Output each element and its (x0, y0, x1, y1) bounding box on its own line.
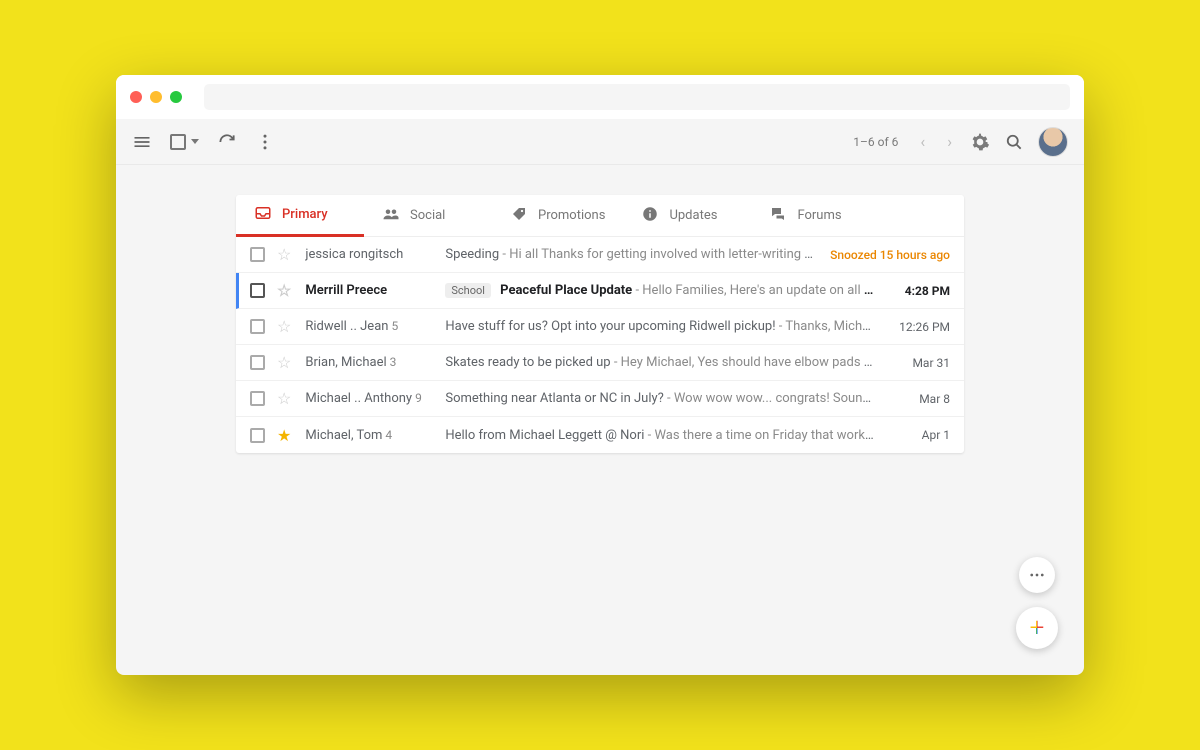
content-area: Primary Social Promotions Updates Forums ☆ j… (116, 165, 1084, 453)
star-icon[interactable]: ☆ (277, 281, 291, 300)
tab-forums[interactable]: Forums (751, 195, 879, 236)
date: Apr 1 (890, 428, 950, 442)
menu-icon[interactable] (132, 132, 152, 152)
toolbar: 1–6 of 6 ‹ › (116, 119, 1084, 165)
preview: - Hello Families, Here's an update on al… (635, 283, 890, 298)
minimize-window-button[interactable] (150, 91, 162, 103)
sender: Michael, Tom4 (305, 428, 445, 443)
preview: - Wow wow wow... congrats! Sounds like y… (667, 391, 890, 406)
email-row[interactable]: ★ Michael, Tom4 Hello from Michael Legge… (236, 417, 964, 453)
gear-icon[interactable] (970, 132, 990, 152)
tab-primary[interactable]: Primary (236, 195, 364, 237)
sender: Brian, Michael3 (305, 355, 445, 370)
email-row[interactable]: ☆ Merrill Preece School Peaceful Place U… (236, 273, 964, 309)
preview: - Hi all Thanks for getting involved wit… (502, 247, 830, 262)
sender: Michael .. Anthony9 (305, 391, 445, 406)
star-icon[interactable]: ☆ (277, 389, 291, 408)
email-row[interactable]: ☆ jessica rongitsch Speeding - Hi all Th… (236, 237, 964, 273)
date: 4:28 PM (890, 284, 950, 298)
tab-label: Forums (797, 208, 841, 223)
people-icon (382, 205, 400, 227)
label-chip: School (445, 283, 491, 298)
date: 12:26 PM (890, 320, 950, 334)
tab-label: Social (410, 208, 445, 223)
select-all-checkbox[interactable] (170, 134, 199, 150)
email-row[interactable]: ☆ Ridwell .. Jean5 Have stuff for us? Op… (236, 309, 964, 345)
more-fab-button[interactable] (1019, 557, 1055, 593)
row-checkbox[interactable] (250, 355, 265, 370)
tab-label: Updates (669, 208, 717, 223)
date: Snoozed 15 hours ago (830, 248, 950, 262)
subject: Something near Atlanta or NC in July? (445, 391, 663, 406)
subject-cell: Skates ready to be picked up - Hey Micha… (445, 355, 890, 370)
preview: - Thanks, Michael, I had forgot… (779, 319, 890, 334)
category-tabs: Primary Social Promotions Updates Forums (236, 195, 964, 237)
date: Mar 31 (890, 356, 950, 370)
tab-updates[interactable]: Updates (623, 195, 751, 236)
avatar[interactable] (1038, 127, 1068, 157)
star-icon[interactable]: ☆ (277, 317, 291, 336)
subject-cell: Have stuff for us? Opt into your upcomin… (445, 319, 890, 334)
pager-text: 1–6 of 6 (853, 135, 898, 149)
subject: Hello from Michael Leggett @ Nori (445, 428, 644, 443)
subject-cell: School Peaceful Place Update - Hello Fam… (445, 283, 890, 298)
maximize-window-button[interactable] (170, 91, 182, 103)
sender: Merrill Preece (305, 283, 445, 298)
row-checkbox[interactable] (250, 319, 265, 334)
fab-group: + (1016, 557, 1058, 649)
tab-social[interactable]: Social (364, 195, 492, 236)
search-icon[interactable] (1004, 132, 1024, 152)
subject: Have stuff for us? Opt into your upcomin… (445, 319, 775, 334)
more-icon[interactable] (255, 132, 275, 152)
sender: Ridwell .. Jean5 (305, 319, 445, 334)
subject: Peaceful Place Update (500, 283, 632, 298)
next-page-button[interactable]: › (943, 132, 956, 151)
star-icon[interactable]: ★ (277, 426, 291, 445)
tab-promotions[interactable]: Promotions (492, 195, 623, 236)
prev-page-button[interactable]: ‹ (916, 132, 929, 151)
sender: jessica rongitsch (305, 247, 445, 262)
subject-cell: Speeding - Hi all Thanks for getting inv… (445, 247, 830, 262)
row-checkbox[interactable] (250, 247, 265, 262)
star-icon[interactable]: ☆ (277, 245, 291, 264)
subject: Speeding (445, 247, 499, 262)
tab-label: Primary (282, 207, 328, 222)
date: Mar 8 (890, 392, 950, 406)
subject-cell: Something near Atlanta or NC in July? - … (445, 391, 890, 406)
forum-icon (769, 205, 787, 227)
preview: - Hey Michael, Yes should have elbow pad… (614, 355, 890, 370)
tab-label: Promotions (538, 208, 605, 223)
preview: - Was there a time on Friday that works … (648, 428, 890, 443)
plus-icon: + (1030, 613, 1045, 643)
email-row[interactable]: ☆ Brian, Michael3 Skates ready to be pic… (236, 345, 964, 381)
inbox-list: Primary Social Promotions Updates Forums ☆ j… (236, 195, 964, 453)
app-window: 1–6 of 6 ‹ › Primary Social Promotions Upda… (116, 75, 1084, 675)
star-icon[interactable]: ☆ (277, 353, 291, 372)
row-checkbox[interactable] (250, 283, 265, 298)
url-bar[interactable] (204, 84, 1070, 110)
refresh-icon[interactable] (217, 132, 237, 152)
subject-cell: Hello from Michael Leggett @ Nori - Was … (445, 428, 890, 443)
email-row[interactable]: ☆ Michael .. Anthony9 Something near Atl… (236, 381, 964, 417)
tag-icon (510, 205, 528, 227)
chevron-down-icon (191, 139, 199, 144)
row-checkbox[interactable] (250, 391, 265, 406)
row-checkbox[interactable] (250, 428, 265, 443)
info-icon (641, 205, 659, 227)
close-window-button[interactable] (130, 91, 142, 103)
inbox-icon (254, 204, 272, 226)
subject: Skates ready to be picked up (445, 355, 610, 370)
compose-button[interactable]: + (1016, 607, 1058, 649)
titlebar (116, 75, 1084, 119)
